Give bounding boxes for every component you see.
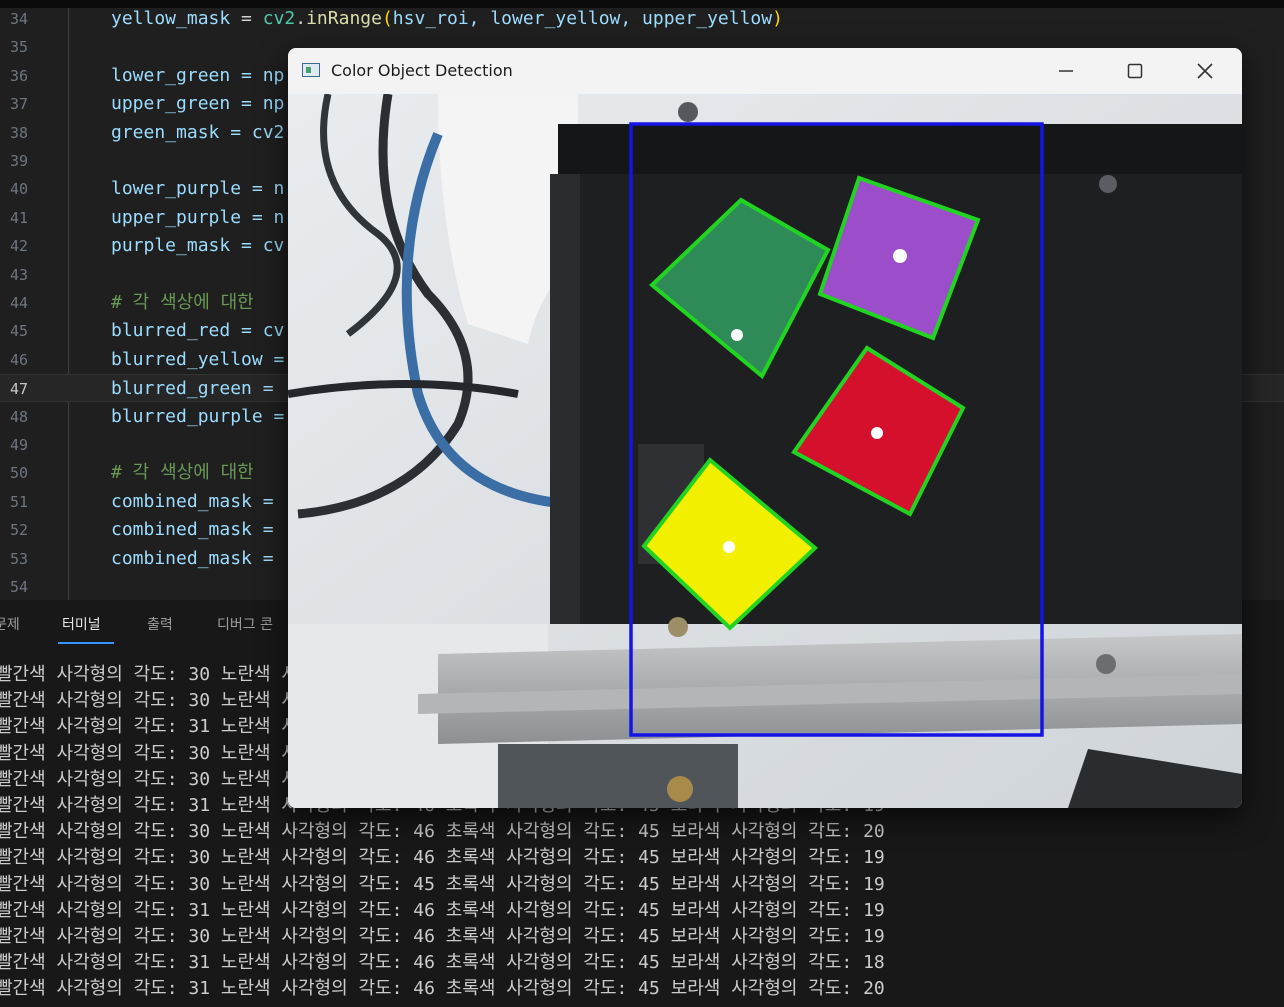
tab-debug-console[interactable]: 디버그 콘	[217, 614, 273, 634]
line-number: 47	[9, 380, 28, 399]
tab-output[interactable]: 출력	[147, 614, 173, 634]
line-number: 40	[9, 180, 28, 199]
code-text: upper_purple = n	[111, 206, 285, 228]
code-text: yellow_mask = cv2.inRange(hsv_roi, lower…	[111, 8, 783, 29]
line-number: 41	[9, 208, 28, 227]
color-object-detection-window[interactable]: Color Object Detection	[288, 48, 1242, 808]
screw	[678, 102, 698, 122]
window-title: Color Object Detection	[331, 61, 513, 80]
active-tab-indicator	[58, 642, 114, 644]
code-text: combined_mask =	[111, 547, 274, 569]
terminal-line: 빨간색 사각형의 각도: 30 노란색 사각형의 각도: 46 초록색 사각형의…	[0, 847, 885, 869]
code-text: lower_purple = n	[111, 178, 285, 200]
code-text: blurred_purple =	[111, 405, 285, 427]
line-number: 51	[9, 492, 28, 511]
tab-problems[interactable]: 문제	[0, 614, 20, 634]
line-number: 38	[9, 123, 28, 142]
terminal-line: 빨간색 사각형의 각도: 30 노란색 사각형의 각도: 46 초록색 사각형의…	[0, 821, 885, 843]
line-number: 48	[9, 407, 28, 426]
line-number: 39	[9, 152, 28, 170]
terminal-line: 빨간색 사각형의 각도: 30 노란색 사각형의 각도: 46 초록색 사각형의…	[0, 926, 885, 947]
minimize-icon	[1059, 70, 1073, 72]
terminal-line: 빨간색 사각형의 각도: 31 노란색 사각형의 각도: 46 초록색 사각형의…	[0, 978, 885, 1000]
terminal-line: 빨간색 사각형의 각도: 31 노란색 사각형의 각도: 46 초록색 사각형의…	[0, 899, 885, 921]
base-stand	[498, 744, 738, 808]
minimize-button[interactable]	[1031, 48, 1101, 94]
green-cube-center	[731, 329, 743, 341]
line-number: 37	[9, 95, 28, 114]
terminal-line: 빨간색 사각형의 각도: 31 노란색 사각형의 각도: 46 초록색 사각형의…	[0, 952, 885, 974]
code-text: blurred_yellow =	[111, 348, 285, 370]
camera-frame	[288, 94, 1242, 808]
screw	[668, 617, 688, 637]
line-number: 42	[9, 237, 28, 256]
app-icon	[302, 63, 320, 77]
line-number: 54	[9, 578, 28, 596]
screw	[1099, 175, 1117, 193]
line-number: 35	[9, 38, 28, 57]
code-text: combined_mask =	[111, 490, 274, 512]
close-icon	[1197, 63, 1213, 79]
line-number: 52	[9, 521, 28, 540]
screw	[1096, 654, 1116, 674]
line-number: 44	[9, 294, 28, 312]
purple-cube-center	[893, 249, 907, 263]
code-text: green_mask = cv2	[111, 121, 285, 143]
code-text: blurred_green =	[111, 378, 274, 400]
code-line[interactable]: 34 yellow_mask = cv2.inRange(hsv_roi, low…	[0, 5, 1284, 33]
code-text: # 각 색상에 대한	[111, 292, 254, 313]
line-number: 49	[9, 436, 28, 454]
red-cube-center	[871, 427, 883, 439]
close-button[interactable]	[1170, 48, 1240, 94]
line-number: 45	[9, 322, 28, 341]
code-text: lower_green = np	[111, 64, 285, 86]
black-box-top-edge	[558, 124, 1242, 174]
black-box-side	[550, 174, 580, 624]
code-text: purple_mask = cv	[111, 235, 285, 257]
maximize-icon	[1127, 63, 1143, 79]
yellow-cube-center	[723, 541, 735, 553]
line-number: 50	[9, 464, 28, 483]
code-text: upper_green = np	[111, 93, 285, 115]
code-text: # 각 색상에 대한	[111, 462, 254, 484]
line-number: 36	[9, 66, 28, 85]
line-number: 34	[9, 10, 28, 28]
maximize-button[interactable]	[1100, 48, 1170, 94]
tab-terminal[interactable]: 터미널	[62, 614, 101, 634]
brass-nut	[667, 776, 693, 802]
line-number: 53	[9, 549, 28, 568]
line-number: 46	[9, 350, 28, 369]
code-text: blurred_red = cv	[111, 320, 285, 342]
terminal-line: 빨간색 사각형의 각도: 30 노란색 사각형의 각도: 45 초록색 사각형의…	[0, 873, 885, 895]
window-title-bar[interactable]: Color Object Detection	[288, 48, 1242, 94]
line-number: 43	[9, 265, 28, 284]
code-text: combined_mask =	[111, 519, 274, 541]
